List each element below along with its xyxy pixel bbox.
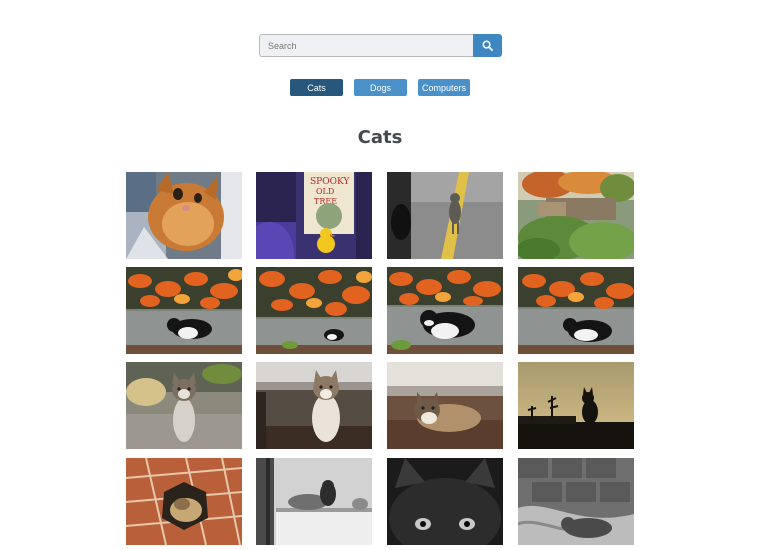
gallery-image-bw-sleeping-cat[interactable] [518, 458, 634, 545]
gallery-image-book-duck[interactable]: SPOOKY OLD TREE [256, 172, 372, 259]
category-dogs-button[interactable]: Dogs [354, 79, 407, 96]
page: Cats Dogs Computers Cats [0, 0, 760, 550]
gallery-image-grey-cat-road[interactable] [387, 172, 503, 259]
gallery-image-cat-leaves-1[interactable] [126, 267, 242, 354]
gallery-image-garden[interactable] [518, 172, 634, 259]
gallery-image-cat-leaves-3[interactable] [387, 267, 503, 354]
svg-text:OLD: OLD [316, 187, 334, 196]
gallery-image-black-kitten[interactable] [387, 458, 503, 545]
gallery-image-orange-cat[interactable] [126, 172, 242, 259]
gallery-image-cat-silhouette[interactable] [518, 362, 634, 449]
category-cats-button[interactable]: Cats [290, 79, 343, 96]
svg-text:SPOOKY: SPOOKY [310, 177, 350, 187]
search-input[interactable] [259, 34, 473, 57]
gallery-image-calico-kitten[interactable] [126, 362, 242, 449]
gallery-title: Cats [357, 127, 403, 148]
search-button[interactable] [473, 34, 502, 57]
gallery-image-calico-rug[interactable] [387, 362, 503, 449]
category-computers-button[interactable]: Computers [418, 79, 470, 96]
category-buttons: Cats Dogs Computers [0, 79, 760, 96]
gallery-image-cat-leaves-4[interactable] [518, 267, 634, 354]
search-bar [259, 34, 502, 57]
gallery-image-bw-cats-wall[interactable] [256, 458, 372, 545]
gallery-image-calico-under-table[interactable] [256, 362, 372, 449]
search-icon [482, 40, 493, 51]
gallery-image-cat-leaves-2[interactable] [256, 267, 372, 354]
gallery-image-cat-in-tiles[interactable] [126, 458, 242, 545]
